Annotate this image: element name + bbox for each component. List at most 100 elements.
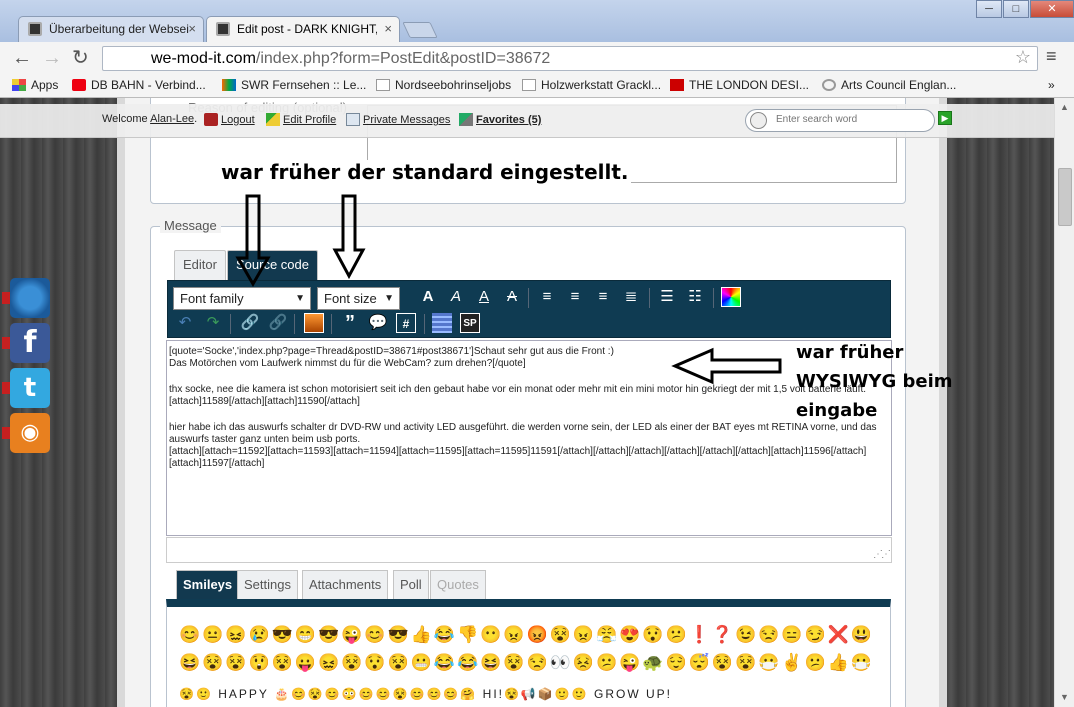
- tab-source-code[interactable]: Source code: [227, 250, 318, 280]
- favorites-link[interactable]: Favorites (5): [459, 113, 541, 126]
- italic-icon[interactable]: A: [446, 287, 466, 307]
- username-link[interactable]: Alan-Lee: [150, 113, 194, 125]
- smiley-row[interactable]: 😊😐😖😢😎😁😎😜😊😎👍😂👎😶😠😡😵😠😤😍😯😕❗❓😉😒😑😏❌😃: [179, 625, 874, 645]
- tab-smileys[interactable]: Smileys: [176, 570, 240, 599]
- bookmark-arts-council[interactable]: Arts Council Englan...: [822, 78, 956, 92]
- media-film-icon[interactable]: [432, 313, 452, 333]
- content-line: Das Motörchen vom Laufwerk nimmst du für…: [169, 358, 526, 369]
- minimize-button[interactable]: ─: [976, 0, 1002, 18]
- tab-settings[interactable]: Settings: [237, 570, 298, 599]
- browser-tab-overarbeitung[interactable]: Überarbeitung der Webseite ×: [18, 16, 204, 42]
- search-go-button[interactable]: ▶: [938, 111, 952, 125]
- message-legend: Message: [160, 218, 221, 233]
- logout-icon: [204, 113, 218, 126]
- bookmark-apps[interactable]: Apps: [12, 78, 58, 92]
- link-icon[interactable]: 🔗: [240, 313, 260, 333]
- align-center-icon[interactable]: ≡: [565, 287, 585, 307]
- toolbar-separator: [230, 314, 231, 334]
- spoiler-icon[interactable]: SP: [460, 313, 480, 333]
- rss-icon[interactable]: ◉: [2, 413, 50, 453]
- underline-icon[interactable]: A: [474, 287, 494, 307]
- search-input[interactable]: [776, 114, 926, 125]
- bold-icon[interactable]: A: [418, 287, 438, 307]
- editor-toolbar: Font family ▼ Font size ▼ A A A A ≡ ≡ ≡ ≣ …: [167, 280, 891, 338]
- bookmark-star-icon[interactable]: ☆: [1015, 47, 1031, 68]
- search-field[interactable]: [745, 109, 935, 132]
- tab-quotes[interactable]: Quotes: [430, 570, 486, 599]
- scroll-down-icon[interactable]: ▼: [1060, 692, 1069, 702]
- tab-close-icon[interactable]: ×: [384, 17, 392, 41]
- new-tab-button[interactable]: [402, 22, 438, 38]
- edit-profile-link[interactable]: Edit Profile: [266, 113, 336, 126]
- quote-icon[interactable]: ”: [340, 313, 360, 333]
- align-justify-icon[interactable]: ≣: [621, 287, 641, 307]
- page-scrollbar[interactable]: ▲ ▼: [1054, 98, 1074, 707]
- maximize-button[interactable]: □: [1003, 0, 1029, 18]
- align-left-icon[interactable]: ≡: [537, 287, 557, 307]
- twitter-icon[interactable]: t: [2, 368, 50, 408]
- align-right-icon[interactable]: ≡: [593, 287, 613, 307]
- toolbar-separator: [649, 288, 650, 308]
- private-messages-link[interactable]: Private Messages: [346, 113, 450, 126]
- reload-icon[interactable]: ↻: [72, 47, 89, 69]
- bookmark-holzwerkstatt[interactable]: Holzwerkstatt Grackl...: [522, 78, 661, 92]
- favicon-icon: [216, 22, 230, 36]
- bookmark-swr[interactable]: SWR Fernsehen :: Le...: [222, 78, 366, 92]
- envelope-icon: [346, 113, 360, 126]
- strikethrough-icon[interactable]: A: [502, 287, 522, 307]
- tab-poll[interactable]: Poll: [393, 570, 429, 599]
- bullet-list-icon[interactable]: ☰: [657, 287, 677, 307]
- bookmarks-overflow-icon[interactable]: »: [1048, 78, 1055, 92]
- favorites-icon: [459, 113, 473, 126]
- facebook-icon[interactable]: f: [2, 323, 50, 363]
- welcome-text: Welcome Alan-Lee.: [102, 113, 198, 125]
- speech-bubble-icon[interactable]: 💬: [368, 313, 388, 333]
- color-picker-icon[interactable]: [721, 287, 741, 307]
- content-line: [attach][attach=11592][attach=11593][att…: [169, 446, 867, 469]
- scroll-up-icon[interactable]: ▲: [1060, 102, 1069, 112]
- url-text: we-mod-it.com/index.php?form=PostEdit&po…: [151, 50, 551, 67]
- pencil-icon: [266, 113, 280, 126]
- dropdown-caret-icon: ▼: [384, 293, 394, 304]
- toolbar-separator: [713, 288, 714, 308]
- unlink-icon[interactable]: 🔗: [268, 313, 288, 333]
- bookmark-london-design[interactable]: THE LONDON DESI...: [670, 78, 809, 92]
- tab-editor[interactable]: Editor: [174, 250, 226, 280]
- numbered-list-icon[interactable]: ☷: [685, 287, 705, 307]
- undo-icon[interactable]: ↶: [175, 313, 195, 333]
- toolbar-separator: [528, 288, 529, 308]
- menu-icon[interactable]: ≡: [1046, 46, 1057, 67]
- logout-link[interactable]: Logout: [204, 113, 255, 126]
- back-arrow-icon[interactable]: ←: [12, 47, 32, 69]
- resize-grip-icon[interactable]: ⋰⋰: [873, 549, 891, 560]
- browser-titlebar: Überarbeitung der Webseite × Edit post -…: [0, 0, 1074, 42]
- code-hash-icon[interactable]: #: [396, 313, 416, 333]
- textarea-resize-bar[interactable]: ⋰⋰: [166, 537, 892, 563]
- font-family-select[interactable]: Font family ▼: [173, 287, 311, 310]
- browser-tab-edit-post[interactable]: Edit post - DARK KNIGHT, ×: [206, 16, 400, 42]
- message-textarea[interactable]: [quote='Socke','index.php?page=Thread&po…: [166, 340, 892, 536]
- address-bar[interactable]: we-mod-it.com/index.php?form=PostEdit&po…: [102, 46, 1038, 71]
- smiley-row[interactable]: 😆😵😵😲😵😛😖😵😯😵😬😂😂😆😵😒👀😣😕😜🐢😌😴😵😵😷✌️😕👍😷: [179, 653, 874, 673]
- toolbar-separator: [331, 314, 332, 334]
- redo-icon[interactable]: ↷: [203, 313, 223, 333]
- tab-attachments[interactable]: Attachments: [302, 570, 389, 599]
- smiley-panel: 😊😐😖😢😎😁😎😜😊😎👍😂👎😶😠😡😵😠😤😍😯😕❗❓😉😒😑😏❌😃 😆😵😵😲😵😛😖😵😯…: [166, 599, 891, 707]
- tab-close-icon[interactable]: ×: [188, 17, 196, 41]
- content-line: hier habe ich das auswurfs schalter dr D…: [169, 422, 877, 445]
- ldf-logo-icon: [670, 79, 684, 91]
- close-window-button[interactable]: ✕: [1030, 0, 1074, 18]
- image-icon[interactable]: [304, 313, 324, 333]
- forward-arrow-icon[interactable]: →: [42, 47, 62, 69]
- bookmark-nordsee[interactable]: Nordseebohrinseljobs: [376, 78, 511, 92]
- font-size-select[interactable]: Font size ▼: [317, 287, 400, 310]
- toolbar-separator: [294, 314, 295, 334]
- web-page: Reason of editing (optional) Welcome Ala…: [0, 98, 1054, 707]
- content-line: [quote='Socke','index.php?page=Thread&po…: [169, 346, 614, 357]
- user-bar: Welcome Alan-Lee. Logout Edit Profile Pr…: [0, 104, 1054, 138]
- scroll-thumb[interactable]: [1058, 168, 1072, 226]
- gear-icon[interactable]: [2, 278, 50, 318]
- smiley-row[interactable]: 😵🙂 HAPPY 🎂😊😵😊😳😊😊😵😊😊😊🤗 HI!😵📢📦🙂🙂 GROW UP!: [179, 687, 672, 701]
- bookmark-db-bahn[interactable]: DB BAHN - Verbind...: [72, 78, 206, 92]
- toolbar-separator: [424, 314, 425, 334]
